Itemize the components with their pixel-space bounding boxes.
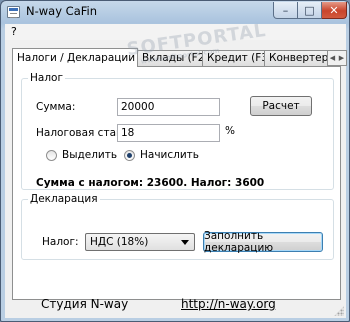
radio-extract[interactable] xyxy=(46,150,57,161)
percent-sign: % xyxy=(225,125,235,137)
menu-bar: ? xyxy=(5,24,346,40)
tab-converter[interactable]: Конвертер xyxy=(264,50,328,66)
chevron-down-icon xyxy=(181,240,189,245)
app-icon xyxy=(7,6,20,18)
amount-input[interactable] xyxy=(117,98,220,116)
tab-taxes[interactable]: Налоги / Декларации (F1) xyxy=(12,48,138,67)
tax-type-select[interactable]: НДС (18%) xyxy=(85,233,195,251)
tab-strip: Налоги / Декларации (F1) Вклады (F2) Кре… xyxy=(12,48,347,67)
declaration-group: Декларация Налог: НДС (18%) Заполнить де… xyxy=(21,193,334,260)
resize-grip-icon[interactable] xyxy=(334,306,344,316)
tab-scroll-right-icon[interactable]: ▶ xyxy=(339,54,344,62)
menu-help[interactable]: ? xyxy=(11,25,17,38)
tab-panel-taxes: Налог Сумма: Расчет Налоговая ставка % В… xyxy=(12,66,341,300)
studio-label: Студия N-way xyxy=(41,297,129,311)
website-link[interactable]: http://n-way.org xyxy=(181,297,276,311)
tax-group: Налог Сумма: Расчет Налоговая ставка % В… xyxy=(21,72,334,190)
tab-deposits[interactable]: Вклады (F2) xyxy=(137,50,203,66)
declaration-tax-label: Налог: xyxy=(42,236,79,248)
app-window: N-way CaFin – □ ✕ ? Налоги / Декларации … xyxy=(0,0,350,322)
fill-declaration-button[interactable]: Заполнить декларацию xyxy=(203,230,323,254)
minimize-button[interactable]: – xyxy=(273,2,298,19)
radio-add[interactable] xyxy=(124,150,135,161)
tax-group-legend: Налог xyxy=(30,72,63,84)
declaration-group-legend: Декларация xyxy=(30,193,98,205)
tab-credit[interactable]: Кредит (F3) xyxy=(202,50,265,66)
tab-scroll-left-icon[interactable]: ◀ xyxy=(330,54,335,62)
amount-label: Сумма: xyxy=(36,101,76,113)
calculate-button[interactable]: Расчет xyxy=(250,96,312,116)
client-area: Налоги / Декларации (F1) Вклады (F2) Кре… xyxy=(5,40,347,318)
radio-add-label[interactable]: Начислить xyxy=(140,149,199,161)
radio-extract-label[interactable]: Выделить xyxy=(62,149,117,161)
maximize-button[interactable]: □ xyxy=(298,2,322,19)
title-bar[interactable]: N-way CaFin – □ ✕ xyxy=(1,1,349,23)
tab-scroll-buttons[interactable]: ◀ ▶ xyxy=(327,50,347,66)
tax-type-select-value: НДС (18%) xyxy=(90,236,149,248)
tax-rate-input[interactable] xyxy=(117,124,220,142)
result-text: Сумма с налогом: 23600. Налог: 3600 xyxy=(36,177,265,189)
window-title: N-way CaFin xyxy=(26,4,98,18)
close-button[interactable]: ✕ xyxy=(322,2,347,19)
